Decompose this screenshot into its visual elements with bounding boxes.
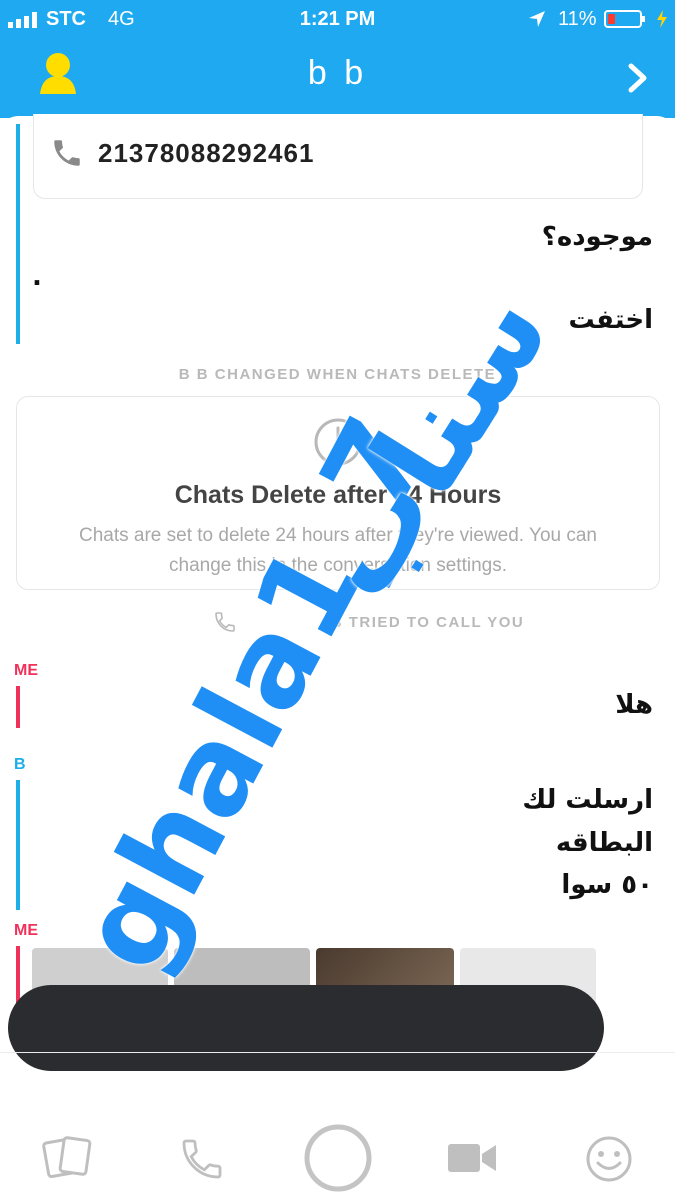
sender-label-me: ME bbox=[14, 662, 38, 679]
contact-card[interactable]: 21378088292461 bbox=[33, 114, 643, 199]
cards-icon[interactable] bbox=[40, 1135, 96, 1186]
charging-icon bbox=[656, 10, 668, 33]
chat-header: b b bbox=[0, 38, 675, 118]
message-text: ارسلت لك bbox=[522, 785, 653, 815]
sender-label-b: B bbox=[14, 756, 26, 773]
message-text: ٥٠ سوا bbox=[561, 870, 653, 900]
battery-percent: 11% bbox=[558, 8, 597, 30]
message-text: . bbox=[32, 262, 42, 292]
sender-bar-me bbox=[16, 686, 20, 728]
phone-icon[interactable] bbox=[178, 1135, 226, 1188]
chat-input-field[interactable] bbox=[20, 1066, 660, 1106]
capture-button-icon[interactable] bbox=[302, 1122, 374, 1199]
message-text: البطاقه bbox=[555, 828, 653, 858]
sender-bar-b bbox=[16, 124, 20, 344]
system-notice-settings: B B CHANGED WHEN CHATS DELETE bbox=[178, 366, 497, 383]
message-text: موجوده؟ bbox=[541, 222, 653, 252]
battery-icon bbox=[604, 10, 646, 33]
video-icon[interactable] bbox=[446, 1140, 498, 1181]
chat-title[interactable]: b b bbox=[0, 54, 675, 93]
sender-bar-b bbox=[16, 780, 20, 910]
smiley-icon[interactable] bbox=[584, 1134, 634, 1189]
input-divider bbox=[0, 1052, 675, 1053]
phone-icon bbox=[50, 136, 84, 175]
chevron-right-icon[interactable] bbox=[626, 62, 650, 99]
status-bar: STC 4G 1:21 PM 11% bbox=[0, 0, 675, 38]
location-icon bbox=[528, 10, 546, 33]
sender-label-me: ME bbox=[14, 922, 38, 939]
contact-phone-number: 21378088292461 bbox=[98, 138, 315, 168]
message-text: هلا bbox=[615, 690, 653, 720]
